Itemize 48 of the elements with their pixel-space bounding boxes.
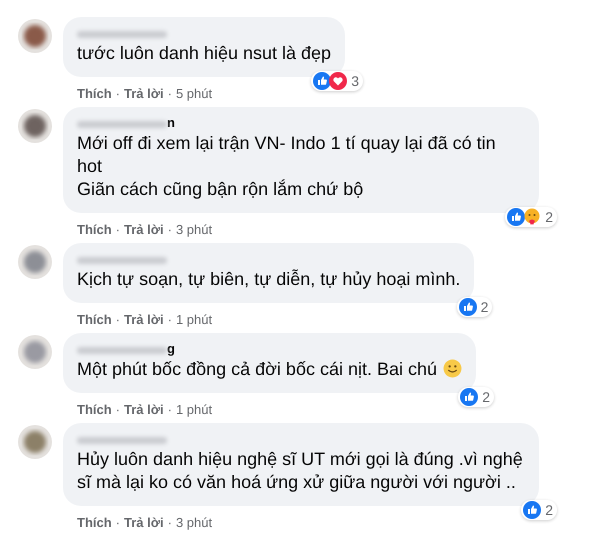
reaction-badge[interactable]: 2	[456, 297, 492, 317]
reaction-badge[interactable]: 2	[505, 207, 557, 227]
timestamp: 3 phút	[176, 222, 212, 236]
comment-text: Mới off đi xem lại trận VN- Indo 1 tí quay lại đã có tin hot Giãn cách cũng bận rộn lắm chứ bộ	[77, 132, 497, 201]
comment-text: Hủy luôn danh hiệu nghệ sĩ UT mới gọi là đúng .vì nghệ sĩ mà lại ko có văn hoá ứng xử giữa người với người ..	[77, 448, 524, 494]
avatar[interactable]	[18, 19, 52, 53]
reply-link[interactable]: Trả lời	[124, 402, 164, 416]
reply-link[interactable]: Trả lời	[124, 312, 164, 326]
hugging-emoji-icon	[523, 208, 542, 226]
separator-dot: ·	[116, 222, 120, 236]
reaction-badge[interactable]: 2	[458, 387, 494, 407]
like-icon	[507, 208, 526, 226]
like-link[interactable]: Thích	[77, 514, 112, 530]
comment-text: tước luôn danh hiệu nsut là đẹp	[77, 42, 332, 65]
reply-link[interactable]: Trả lời	[124, 514, 164, 530]
like-icon	[313, 72, 332, 90]
avatar[interactable]	[18, 109, 52, 143]
like-icon	[460, 388, 478, 406]
separator-dot: ·	[168, 86, 172, 100]
avatar[interactable]	[18, 335, 52, 369]
separator-dot: ·	[168, 402, 172, 416]
avatar[interactable]	[18, 425, 52, 459]
reaction-badge[interactable]: 3	[311, 71, 364, 91]
timestamp: 3 phút	[176, 514, 212, 530]
like-icon	[458, 298, 477, 316]
timestamp: 5 phút	[176, 86, 212, 100]
comment-text: Một phút bốc đồng cả đời bốc cái nịt. Bai chú	[77, 358, 462, 381]
reaction-badge[interactable]: 2	[521, 500, 557, 520]
reply-link[interactable]: Trả lời	[124, 86, 164, 100]
like-link[interactable]: Thích	[77, 402, 112, 416]
like-link[interactable]: Thích	[77, 312, 112, 326]
separator-dot: ·	[116, 402, 120, 416]
reply-link[interactable]: Trả lời	[124, 222, 164, 236]
comment-text: Kịch tự soạn, tự biên, tự diễn, tự hủy hoại mình.	[77, 268, 460, 291]
separator-dot: ·	[116, 312, 120, 326]
like-link[interactable]: Thích	[77, 222, 112, 236]
timestamp: 1 phút	[176, 402, 212, 416]
separator-dot: ·	[116, 514, 120, 530]
timestamp: 1 phút	[176, 312, 212, 326]
author-name[interactable]: g	[167, 342, 175, 355]
like-link[interactable]: Thích	[77, 86, 112, 100]
separator-dot: ·	[168, 222, 172, 236]
author-name[interactable]: n	[167, 116, 175, 129]
separator-dot: ·	[168, 312, 172, 326]
like-icon	[523, 501, 542, 519]
separator-dot: ·	[168, 514, 172, 530]
separator-dot: ·	[116, 86, 120, 100]
avatar[interactable]	[18, 245, 52, 279]
